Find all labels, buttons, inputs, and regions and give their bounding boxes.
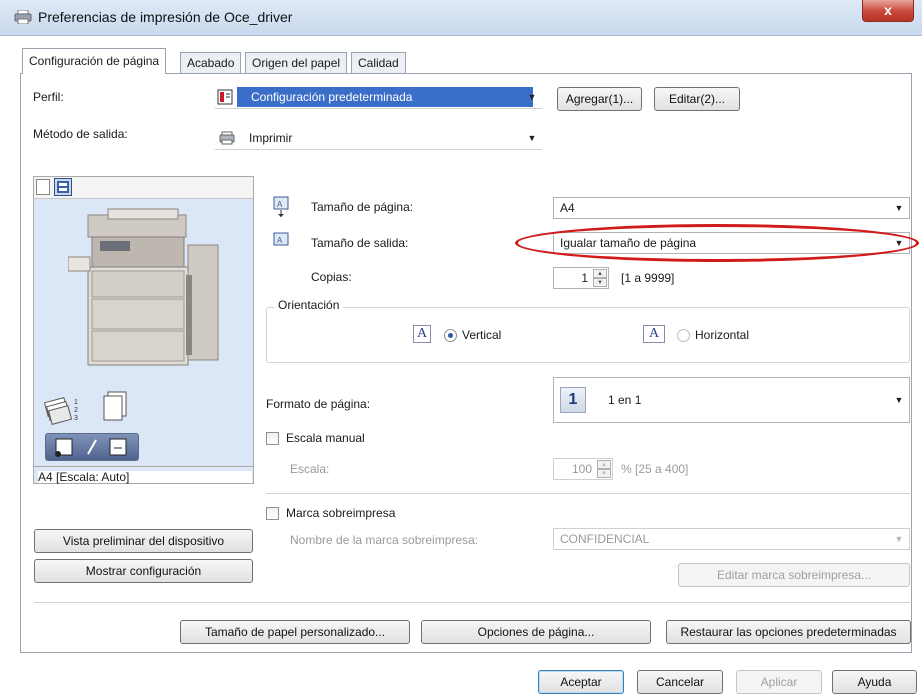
scale-label: Escala: bbox=[290, 462, 330, 476]
landscape-orientation-icon: A bbox=[643, 325, 665, 343]
copies-range: [1 a 9999] bbox=[621, 271, 675, 285]
svg-text:A: A bbox=[277, 236, 283, 245]
landscape-label[interactable]: Horizontal bbox=[695, 328, 749, 342]
edit-watermark-button[interactable]: Editar marca sobreimpresa... bbox=[678, 563, 910, 587]
chevron-down-icon: ▼ bbox=[527, 133, 537, 143]
page-size-icon: A bbox=[273, 196, 289, 218]
printer-view-icon[interactable] bbox=[54, 178, 72, 196]
manual-scale-label[interactable]: Escala manual bbox=[286, 431, 365, 445]
orientation-title: Orientación bbox=[274, 298, 344, 312]
cancel-button[interactable]: Cancelar bbox=[637, 670, 723, 694]
help-button[interactable]: Ayuda bbox=[832, 670, 917, 694]
printer-icon bbox=[219, 131, 235, 145]
profile-select[interactable]: Configuración predeterminada ▼ bbox=[215, 87, 542, 109]
chevron-down-icon: ▼ bbox=[894, 395, 904, 405]
preview-caption: A4 [Escala: Auto] bbox=[38, 471, 252, 483]
restore-defaults-button[interactable]: Restaurar las opciones predeterminadas bbox=[666, 620, 911, 644]
collate-icon: 1 2 3 bbox=[43, 390, 84, 426]
page-layout-label: Formato de página: bbox=[266, 397, 371, 411]
tab-page-setup[interactable]: Configuración de página bbox=[22, 48, 167, 74]
watermark-name-value: CONFIDENCIAL bbox=[560, 532, 650, 546]
page-size-label: Tamaño de página: bbox=[311, 200, 414, 214]
output-size-icon: A bbox=[273, 231, 289, 247]
copies-value: 1 bbox=[581, 271, 588, 285]
edit-profile-button[interactable]: Editar(2)... bbox=[654, 87, 740, 111]
landscape-radio[interactable] bbox=[677, 329, 690, 342]
page-layout-value: 1 en 1 bbox=[608, 393, 642, 407]
tab-finishing[interactable]: Acabado bbox=[180, 52, 242, 73]
profile-icon bbox=[217, 89, 234, 105]
page-size-select[interactable]: A4 ▼ bbox=[553, 197, 910, 219]
annotation-highlight bbox=[515, 224, 919, 262]
chevron-down-icon: ▼ bbox=[894, 534, 904, 544]
manual-scale-checkbox[interactable] bbox=[266, 432, 279, 445]
window-title: Preferencias de impresión de Oce_driver bbox=[38, 9, 293, 25]
ok-button[interactable]: Aceptar bbox=[538, 670, 624, 694]
portrait-label[interactable]: Vertical bbox=[462, 328, 501, 342]
stacked-pages-icon bbox=[100, 390, 130, 426]
svg-text:A: A bbox=[277, 200, 283, 209]
profile-label: Perfil: bbox=[33, 90, 64, 104]
scale-value: 100 bbox=[571, 462, 592, 476]
chevron-down-icon: ▼ bbox=[527, 92, 537, 102]
bottom-divider bbox=[34, 602, 910, 603]
finishing-preview-button[interactable] bbox=[45, 433, 139, 461]
copies-stepper[interactable]: 1 ▲ ▼ bbox=[553, 267, 609, 289]
tab-paper-source[interactable]: Origen del papel bbox=[245, 52, 348, 73]
watermark-name-select[interactable]: CONFIDENCIAL ▼ bbox=[553, 528, 910, 550]
tab-quality[interactable]: Calidad bbox=[351, 52, 406, 73]
printer-icon bbox=[14, 9, 32, 25]
page-view-icon[interactable] bbox=[36, 179, 50, 195]
apply-button[interactable]: Aplicar bbox=[736, 670, 822, 694]
scale-range: % [25 a 400] bbox=[621, 462, 689, 476]
show-settings-button[interactable]: Mostrar configuración bbox=[34, 559, 253, 583]
svg-text:1: 1 bbox=[74, 399, 78, 406]
stepper-up-icon[interactable]: ▲ bbox=[597, 460, 611, 469]
page-layout-icon: 1 bbox=[560, 387, 586, 413]
custom-paper-size-button[interactable]: Tamaño de papel personalizado... bbox=[180, 620, 410, 644]
svg-text:3: 3 bbox=[74, 415, 78, 422]
close-button[interactable]: x bbox=[862, 0, 914, 22]
profile-value: Configuración predeterminada bbox=[237, 87, 533, 107]
scale-stepper[interactable]: 100 ▲ ▼ bbox=[553, 458, 613, 480]
chevron-down-icon: ▼ bbox=[894, 203, 904, 213]
portrait-radio[interactable] bbox=[444, 329, 457, 342]
page-layout-select[interactable]: 1 1 en 1 ▼ bbox=[553, 377, 910, 423]
output-method-select[interactable]: Imprimir ▼ bbox=[215, 128, 542, 150]
output-method-value: Imprimir bbox=[249, 131, 293, 145]
page-size-value: A4 bbox=[560, 201, 575, 215]
portrait-orientation-icon: A bbox=[413, 325, 431, 343]
watermark-checkbox[interactable] bbox=[266, 507, 279, 520]
section-divider bbox=[266, 493, 910, 494]
watermark-label[interactable]: Marca sobreimpresa bbox=[286, 506, 395, 520]
printer-illustration-icon bbox=[67, 205, 228, 370]
device-preview-button[interactable]: Vista preliminar del dispositivo bbox=[34, 529, 253, 553]
svg-text:2: 2 bbox=[74, 407, 78, 414]
watermark-name-label: Nombre de la marca sobreimpresa: bbox=[290, 533, 479, 547]
output-size-label: Tamaño de salida: bbox=[311, 236, 409, 250]
copies-label: Copias: bbox=[311, 270, 352, 284]
orientation-group bbox=[266, 307, 910, 363]
add-profile-button[interactable]: Agregar(1)... bbox=[557, 87, 642, 111]
output-method-label: Método de salida: bbox=[33, 127, 128, 141]
stepper-down-icon[interactable]: ▼ bbox=[597, 469, 611, 478]
stepper-up-icon[interactable]: ▲ bbox=[593, 269, 607, 278]
stepper-down-icon[interactable]: ▼ bbox=[593, 278, 607, 287]
page-options-button[interactable]: Opciones de página... bbox=[421, 620, 651, 644]
preview-divider bbox=[34, 466, 253, 467]
